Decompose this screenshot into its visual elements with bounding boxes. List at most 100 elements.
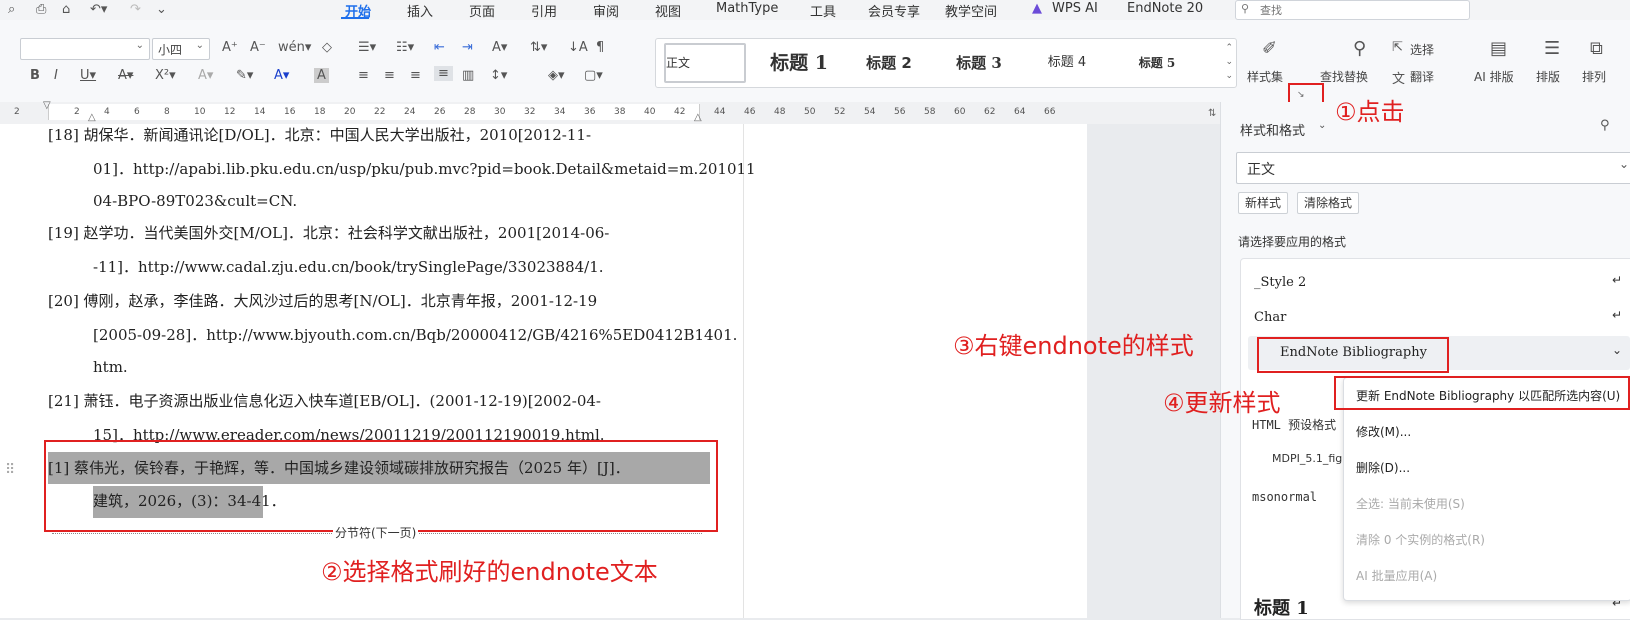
hanging-indent-marker[interactable]: △: [88, 112, 96, 123]
translate-button[interactable]: 翻译: [1410, 68, 1434, 85]
align-right-icon[interactable]: ≡: [410, 68, 421, 83]
ruler-number: 12: [224, 107, 236, 117]
tab-view[interactable]: 视图: [655, 1, 681, 20]
font-color-icon[interactable]: A▾: [274, 68, 289, 83]
ruler-number: 46: [744, 107, 756, 117]
gallery-heading-2[interactable]: 标题 2: [848, 49, 930, 77]
style-item[interactable]: 标题 1: [1254, 594, 1309, 620]
search-input[interactable]: [1258, 3, 1462, 18]
ai-layout-icon[interactable]: ▤: [1490, 38, 1507, 59]
reference-line[interactable]: [18] 胡保华．新闻通讯论[D/OL]．北京：中国人民大学出版社，2010[2…: [48, 124, 591, 145]
tab-page[interactable]: 页面: [469, 1, 495, 20]
strikethrough-icon[interactable]: A▾: [118, 68, 133, 83]
reference-line[interactable]: [2005-09-28]．http://www.bjyouth.com.cn/B…: [93, 324, 737, 345]
clear-format-button[interactable]: 清除格式: [1297, 192, 1360, 214]
find-replace-icon[interactable]: ⚲: [1353, 38, 1366, 59]
line-spacing-icon[interactable]: ↕▾: [490, 68, 507, 83]
eraser-icon[interactable]: ◇: [322, 40, 332, 55]
tab-wps-ai[interactable]: WPS AI: [1052, 1, 1098, 16]
ai-layout-button[interactable]: AI 排版: [1474, 68, 1514, 85]
tab-mathtype[interactable]: MathType: [716, 1, 778, 16]
char-shading-icon[interactable]: A: [314, 68, 329, 83]
drag-handle-icon[interactable]: ⠿: [5, 462, 15, 478]
bullet-list-icon[interactable]: ☰▾: [358, 40, 376, 55]
style-item[interactable]: msonormal: [1252, 490, 1317, 504]
chevron-down-icon[interactable]: ⌄: [1318, 120, 1326, 131]
paragraph-mark-icon: ↵: [1612, 273, 1623, 287]
italic-icon[interactable]: I: [54, 68, 58, 83]
first-indent-marker[interactable]: ▽: [43, 100, 51, 111]
shading-icon[interactable]: ◈▾: [548, 68, 565, 83]
current-style-box[interactable]: 正文 ⌄: [1236, 152, 1630, 184]
style-item[interactable]: Char: [1254, 310, 1286, 325]
styles-set-icon[interactable]: ✐: [1262, 38, 1277, 59]
pin-icon[interactable]: ⚲: [1600, 118, 1610, 133]
increase-indent-icon[interactable]: ⇥: [462, 40, 473, 55]
more-icon[interactable]: ⌄: [156, 2, 167, 17]
tab-references[interactable]: 引用: [531, 1, 557, 20]
layout-icon[interactable]: ☰: [1544, 38, 1560, 59]
phonetic-icon[interactable]: wén▾: [278, 40, 311, 55]
reference-line[interactable]: 01]．http://apabi.lib.pku.edu.cn/usp/pku/…: [93, 158, 756, 179]
style-item[interactable]: MDPI_5.1_figure: [1272, 452, 1342, 465]
search-box[interactable]: ⚲: [1235, 0, 1470, 20]
justify-icon[interactable]: ≡: [434, 66, 453, 81]
underline-icon[interactable]: U▾: [80, 68, 96, 83]
superscript-icon[interactable]: X²▾: [155, 68, 176, 83]
show-marks-icon[interactable]: ¶: [596, 40, 604, 55]
distributed-icon[interactable]: ▥: [462, 68, 474, 83]
print-icon[interactable]: ⎙: [36, 2, 46, 17]
right-indent-marker[interactable]: △: [694, 112, 702, 123]
font-name-combo[interactable]: ⌄: [20, 38, 150, 60]
text-direction-icon[interactable]: A▾: [492, 40, 507, 55]
menu-item-delete[interactable]: 删除(D)...: [1356, 459, 1410, 476]
format-painter-icon[interactable]: ⌕: [8, 2, 15, 17]
tab-member[interactable]: 会员专享: [868, 1, 920, 20]
font-size-combo[interactable]: 小四 ⌄: [152, 38, 210, 60]
layout-button[interactable]: 排版: [1536, 68, 1560, 85]
align-center-icon[interactable]: ≡: [384, 68, 395, 83]
gallery-scroll-icon[interactable]: ⌃ ⌄ ⌄: [1225, 41, 1233, 83]
redo-icon[interactable]: ↷: [130, 2, 141, 17]
shrink-font-icon[interactable]: A⁻: [250, 40, 266, 55]
reference-line[interactable]: [21] 萧钰．电子资源出版业信息化迈入快车道[EB/OL]．(2001-12-…: [48, 390, 601, 411]
menu-item-modify[interactable]: 修改(M)...: [1356, 423, 1411, 440]
gallery-heading-4[interactable]: 标题 4: [1026, 49, 1108, 77]
gallery-heading-5[interactable]: 标题 5: [1114, 49, 1200, 77]
bold-icon[interactable]: B: [30, 68, 40, 83]
style-item[interactable]: _Style 2: [1254, 275, 1306, 290]
style-item[interactable]: HTML 预设格式: [1252, 416, 1342, 433]
align-left-icon[interactable]: ≡: [358, 68, 369, 83]
sort-icon[interactable]: ⇅▾: [530, 40, 547, 55]
arrange-button[interactable]: 排列: [1582, 68, 1606, 85]
new-style-button[interactable]: 新样式: [1238, 192, 1289, 214]
gallery-normal[interactable]: 正文: [664, 43, 746, 83]
reference-line[interactable]: -11]．http://www.cadal.zju.edu.cn/book/tr…: [93, 256, 604, 277]
select-button[interactable]: 选择: [1410, 41, 1434, 58]
print-preview-icon[interactable]: ⌂: [62, 2, 70, 17]
chevron-down-icon[interactable]: ⌄: [1612, 343, 1622, 357]
border-icon[interactable]: ▢▾: [584, 68, 603, 83]
tab-endnote[interactable]: EndNote 20: [1127, 1, 1203, 16]
reference-line[interactable]: 04-BPO-89T023&cult=CN.: [93, 192, 297, 210]
reference-line[interactable]: [20] 傅刚，赵承，李佳路．大风沙过后的思考[N/OL]．北京青年报，2001…: [48, 290, 597, 311]
gallery-heading-3[interactable]: 标题 3: [938, 49, 1020, 77]
numbered-list-icon[interactable]: ☷▾: [396, 40, 414, 55]
ruler-toggle-icon[interactable]: ⇅: [1208, 108, 1216, 119]
styles-set-button[interactable]: 样式集: [1247, 68, 1283, 85]
tab-review[interactable]: 审阅: [593, 1, 619, 20]
undo-icon[interactable]: ↶▾: [90, 2, 107, 17]
reference-line[interactable]: [19] 赵学功．当代美国外交[M/OL]．北京：社会科学文献出版社，2001[…: [48, 222, 609, 243]
highlight-icon[interactable]: ✎▾: [236, 68, 253, 83]
text-effect-icon[interactable]: A▾: [198, 68, 213, 83]
arrange-icon[interactable]: ⧉: [1590, 38, 1603, 59]
gallery-heading-1[interactable]: 标题 1: [756, 49, 842, 77]
decrease-indent-icon[interactable]: ⇤: [434, 40, 445, 55]
tab-teaching[interactable]: 教学空间: [945, 1, 997, 20]
tab-insert[interactable]: 插入: [407, 1, 433, 20]
grow-font-icon[interactable]: A⁺: [222, 40, 238, 55]
find-replace-button[interactable]: 查找替换: [1320, 68, 1368, 85]
sort-az-icon[interactable]: ↓A: [568, 40, 588, 55]
tab-tools[interactable]: 工具: [810, 1, 836, 20]
reference-line[interactable]: htm.: [93, 358, 128, 376]
